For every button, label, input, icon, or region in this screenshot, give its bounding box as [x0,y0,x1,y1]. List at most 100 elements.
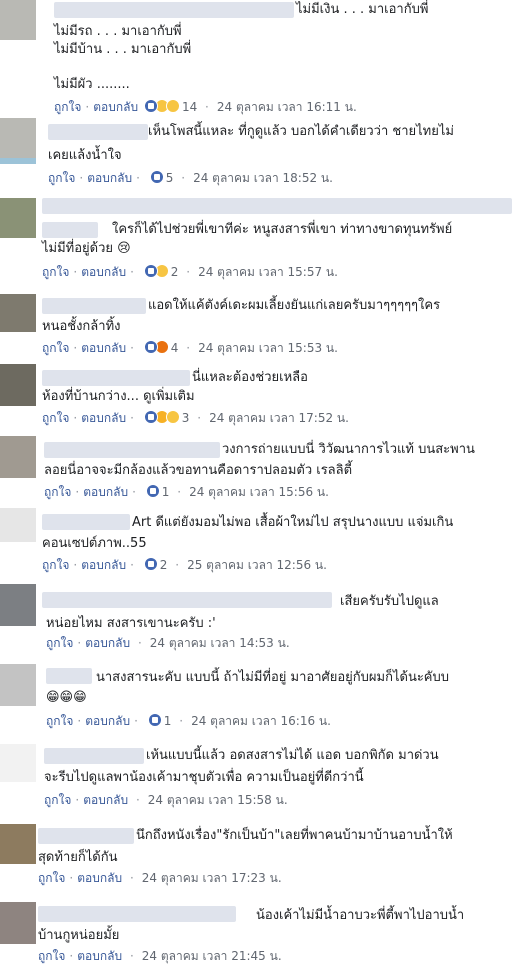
comment-timestamp[interactable]: 24 ตุลาคม เวลา 15:57 น. [198,264,338,281]
separator-dot: · [130,558,134,572]
comment-timestamp[interactable]: 25 ตุลาคม เวลา 12:56 น. [187,557,327,574]
reaction-summary[interactable] [147,713,162,730]
reply-button[interactable]: ตอบกลับ [81,557,126,574]
commenter-name[interactable] [44,748,144,764]
reaction-summary[interactable] [145,484,160,501]
comment: ไม่มีเงิน . . . มาเอากับพี่ ไม่มีรถ . . … [0,0,518,120]
commenter-name[interactable] [38,828,134,844]
reaction-count: 4 [170,341,179,355]
like-icon [143,99,158,113]
comment-timestamp[interactable]: 24 ตุลาคม เวลา 15:58 น. [148,792,288,809]
reply-button[interactable]: ตอบกลับ [83,792,128,809]
comment-timestamp[interactable]: 24 ตุลาคม เวลา 16:16 น. [191,713,331,730]
commenter-name[interactable] [42,592,332,608]
comment-text-line: เสียครับรับไปดูแล [340,594,439,609]
like-button[interactable]: ถูกใจ [42,557,69,574]
comment-text-line: ไม่มีเงิน . . . มาเอากับพี่ [296,2,429,17]
comment-timestamp[interactable]: 24 ตุลาคม เวลา 14:53 น. [150,635,290,652]
separator-dot: · [132,485,136,499]
comment-timestamp[interactable]: 24 ตุลาคม เวลา 16:11 น. [217,99,357,116]
reaction-count: 5 [165,171,174,185]
commenter-name[interactable] [54,2,294,18]
commenter-name[interactable] [42,198,512,214]
avatar[interactable] [0,364,36,406]
separator-dot: · [175,558,180,572]
separator-dot: · [177,485,182,499]
like-button[interactable]: ถูกใจ [42,340,69,357]
reaction-summary[interactable] [143,264,169,281]
comment-text-line: นี่แหละต้องช่วยเหลือ [192,370,308,385]
like-button[interactable]: ถูกใจ [42,264,69,281]
commenter-name[interactable] [46,668,92,684]
comment-timestamp[interactable]: 24 ตุลาคม เวลา 18:52 น. [193,170,333,187]
reaction-summary[interactable] [143,557,158,574]
separator-dot: · [136,171,140,185]
comment-timestamp[interactable]: 24 ตุลาคม เวลา 17:23 น. [142,870,282,887]
reaction-count: 1 [163,714,172,728]
comment-timestamp[interactable]: 24 ตุลาคม เวลา 17:52 น. [209,410,349,427]
comment-text-line: สุดท้ายก็ได้กัน [38,850,118,865]
avatar[interactable] [0,0,36,40]
like-button[interactable]: ถูกใจ [38,948,65,965]
comment-actions: ถูกใจ · ตอบกลับ · 3 · 24 ตุลาคม เวลา 17:52 น… [42,410,349,427]
reply-button[interactable]: ตอบกลับ [85,635,130,652]
comment: เห้นแบบนี้แล้ว อดสงสารไม่ได้ แอด บอกพิกั… [0,740,518,818]
like-button[interactable]: ถูกใจ [46,635,73,652]
haha-icon [165,99,180,113]
avatar[interactable] [0,824,36,864]
reply-button[interactable]: ตอบกลับ [93,99,138,116]
like-button[interactable]: ถูกใจ [42,410,69,427]
reply-button[interactable]: ตอบกลับ [81,264,126,281]
commenter-name-cont[interactable] [42,222,98,238]
comment-text-line: วงการถ่ายแบบนี่ วิวัฒนาการไวแท้ บนสะพาน [222,442,475,457]
comment: ใครก็ได้ไปช่วยพี่เขาทีค่ะ หนูสงสารพี่เขา… [0,196,518,292]
avatar[interactable] [0,198,36,238]
commenter-name[interactable] [44,442,220,458]
separator-dot: · [77,636,82,650]
like-button[interactable]: ถูกใจ [38,870,65,887]
avatar[interactable] [0,294,36,332]
reaction-summary[interactable] [149,170,164,187]
comment-timestamp[interactable]: 24 ตุลาคม เวลา 15:56 น. [189,484,329,501]
reply-button[interactable]: ตอบกลับ [81,340,126,357]
reply-button[interactable]: ตอบกลับ [83,484,128,501]
comment-text-line: นาสงสารนะคับ แบบนี้ ถ้าไม่มีที่อยู่ มาอา… [96,670,450,685]
comment-text-line: เห้นแบบนี้แล้ว อดสงสารไม่ได้ แอด บอกพิกั… [146,748,439,763]
comment-timestamp[interactable]: 24 ตุลาคม เวลา 21:45 น. [142,948,282,965]
commenter-name[interactable] [42,514,130,530]
reply-button[interactable]: ตอบกลับ [77,948,122,965]
like-icon [147,713,162,727]
separator-dot: · [186,265,191,279]
reaction-summary[interactable] [143,410,180,427]
comment-text-line: เคยแล้งน้ำใจ [48,148,122,163]
comment-actions: ถูกใจ · ตอบกลับ · 24 ตุลาคม เวลา 15:58 น. [44,792,288,809]
avatar[interactable] [0,436,36,478]
like-button[interactable]: ถูกใจ [48,170,75,187]
avatar[interactable] [0,508,36,542]
reply-button[interactable]: ตอบกลับ [85,713,130,730]
avatar[interactable] [0,584,36,626]
reaction-summary[interactable] [143,340,169,357]
reply-button[interactable]: ตอบกลับ [77,870,122,887]
separator-dot: · [77,714,82,728]
commenter-name[interactable] [38,906,236,922]
avatar[interactable] [0,664,36,706]
reaction-summary[interactable] [143,99,180,116]
avatar[interactable] [0,902,36,944]
reply-button[interactable]: ตอบกลับ [81,410,126,427]
commenter-name[interactable] [42,298,146,314]
like-button[interactable]: ถูกใจ [54,99,81,116]
comment-actions: ถูกใจ · ตอบกลับ · 1 · 24 ตุลาคม เวลา 15:56 น… [44,484,329,501]
separator-dot: · [79,171,84,185]
avatar[interactable] [0,744,36,782]
comment-text-line: หน่อยไหม สงสารเขานะครับ :' [46,616,216,631]
commenter-name[interactable] [42,370,190,386]
comment-timestamp[interactable]: 24 ตุลาคม เวลา 15:53 น. [198,340,338,357]
like-button[interactable]: ถูกใจ [44,792,71,809]
reply-button[interactable]: ตอบกลับ [87,170,132,187]
like-button[interactable]: ถูกใจ [44,484,71,501]
avatar[interactable] [0,118,36,164]
like-button[interactable]: ถูกใจ [46,713,73,730]
commenter-name[interactable] [48,124,148,140]
comment-actions: ถูกใจ · ตอบกลับ · 24 ตุลาคม เวลา 14:53 น. [46,635,290,652]
